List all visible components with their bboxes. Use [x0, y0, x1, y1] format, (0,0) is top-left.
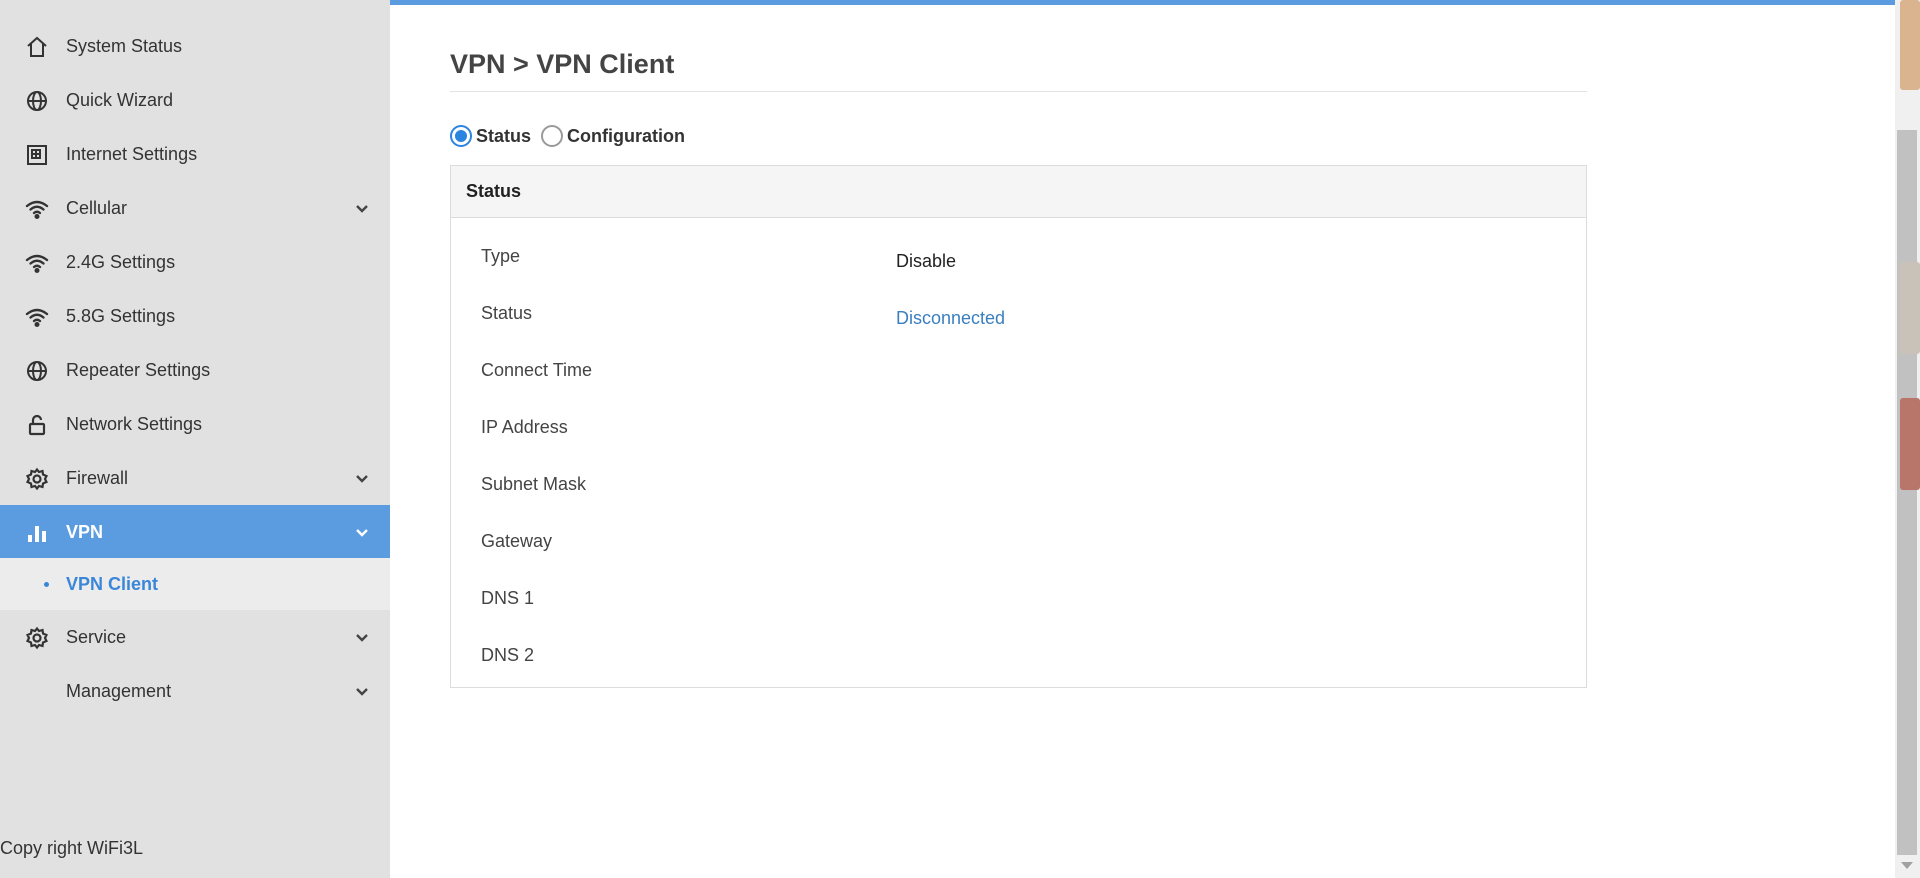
status-panel: Status Type Disable Status Disconnected … — [450, 165, 1587, 688]
main-content: VPN > VPN Client Status Configuration St… — [390, 5, 1895, 878]
row-value: Disable — [896, 251, 957, 271]
row-key: Connect Time — [481, 360, 593, 380]
bullet-icon — [44, 582, 49, 587]
chevron-down-icon[interactable] — [352, 682, 372, 702]
side-thumbnail-image — [1900, 0, 1920, 90]
scroll-down-arrow-icon[interactable] — [1901, 862, 1913, 869]
sidebar-item-label: System Status — [66, 35, 183, 56]
sidebar-item-label: VPN — [66, 521, 104, 542]
sidebar-subitem-label: VPN Client — [66, 573, 159, 594]
sidebar-item-label: Management — [66, 680, 172, 701]
sidebar-item-network-settings[interactable]: Network Settings — [0, 397, 390, 451]
sidebar-item-firewall[interactable]: Firewall — [0, 451, 390, 505]
lock-icon — [25, 413, 49, 437]
scroll-thumb[interactable] — [1897, 130, 1917, 855]
chevron-down-icon[interactable] — [352, 199, 372, 219]
configuration-radio[interactable] — [541, 125, 564, 147]
sidebar-item-label: 5.8G Settings — [66, 305, 176, 326]
row-key: Type — [481, 246, 521, 266]
info-row-dns-1: DNS 1 — [451, 588, 1586, 628]
sidebar-item-label: Quick Wizard — [66, 89, 174, 110]
sidebar-item-service[interactable]: Service — [0, 610, 390, 664]
gear-icon — [25, 626, 49, 650]
sidebar-item-management[interactable]: Management — [0, 664, 390, 718]
configuration-radio-label[interactable]: Configuration — [567, 126, 685, 147]
sidebar-item-quick-wizard[interactable]: Quick Wizard — [0, 73, 390, 127]
gear-icon — [25, 467, 49, 491]
sidebar-item-2-4g-settings[interactable]: 2.4G Settings — [0, 235, 390, 289]
sidebar-item-vpn[interactable]: VPN — [0, 505, 390, 559]
sidebar-item-repeater-settings[interactable]: Repeater Settings — [0, 343, 390, 397]
info-row-type: Type Disable — [451, 246, 1586, 286]
sidebar-subitem-vpn-client[interactable]: VPN Client — [0, 558, 390, 610]
copyright-text: Copy right WiFi3L — [0, 838, 144, 858]
side-thumbnail-image — [1900, 398, 1920, 490]
sidebar-item-label: Internet Settings — [66, 143, 198, 164]
status-radio[interactable] — [450, 125, 472, 147]
sidebar-item-label: Cellular — [66, 197, 128, 218]
sidebar-item-label: 2.4G Settings — [66, 251, 176, 272]
row-key: IP Address — [481, 417, 568, 437]
info-row-connect-time: Connect Time — [451, 360, 1586, 400]
sidebar-item-cellular[interactable]: Cellular — [0, 181, 390, 235]
wifi-icon — [25, 251, 49, 275]
info-row-subnet-mask: Subnet Mask — [451, 474, 1586, 514]
info-row-ip-address: IP Address — [451, 417, 1586, 457]
row-key: Gateway — [481, 531, 553, 551]
home-icon — [25, 35, 49, 59]
side-thumbnail-image — [1900, 262, 1920, 354]
row-key: DNS 1 — [481, 588, 535, 608]
chevron-down-icon[interactable] — [352, 469, 372, 489]
sidebar-item-label: Service — [66, 626, 127, 647]
wifi-icon — [25, 197, 49, 221]
row-value-status: Disconnected — [896, 308, 1006, 328]
row-key: DNS 2 — [481, 645, 535, 665]
sidebar-item-5-8g-settings[interactable]: 5.8G Settings — [0, 289, 390, 343]
sidebar-item-label: Firewall — [66, 467, 129, 488]
chevron-down-icon[interactable] — [352, 523, 372, 543]
info-row-status: Status Disconnected — [451, 303, 1586, 343]
chevron-down-icon[interactable] — [352, 628, 372, 648]
title-divider — [450, 91, 1587, 92]
sidebar-item-label: Network Settings — [66, 413, 203, 434]
info-row-gateway: Gateway — [451, 531, 1586, 571]
sidebar-item-internet-settings[interactable]: Internet Settings — [0, 127, 390, 181]
globe-icon — [25, 89, 49, 113]
sidebar-item-label: Repeater Settings — [66, 359, 211, 380]
sidebar-item-system-status[interactable]: System Status — [0, 19, 390, 73]
internet-icon — [25, 143, 49, 167]
info-row-dns-2: DNS 2 — [451, 645, 1586, 685]
bar-chart-icon — [25, 521, 49, 545]
row-key: Subnet Mask — [481, 474, 587, 494]
wifi-icon — [25, 305, 49, 329]
sidebar: System Status Quick Wizard Internet Sett… — [0, 0, 390, 878]
page-title: VPN > VPN Client — [450, 49, 675, 79]
globe-icon — [25, 359, 49, 383]
view-mode-radio-group: Status Configuration — [450, 121, 695, 151]
row-key: Status — [481, 303, 533, 323]
status-radio-label[interactable]: Status — [476, 126, 531, 147]
panel-heading: Status — [451, 166, 1586, 218]
